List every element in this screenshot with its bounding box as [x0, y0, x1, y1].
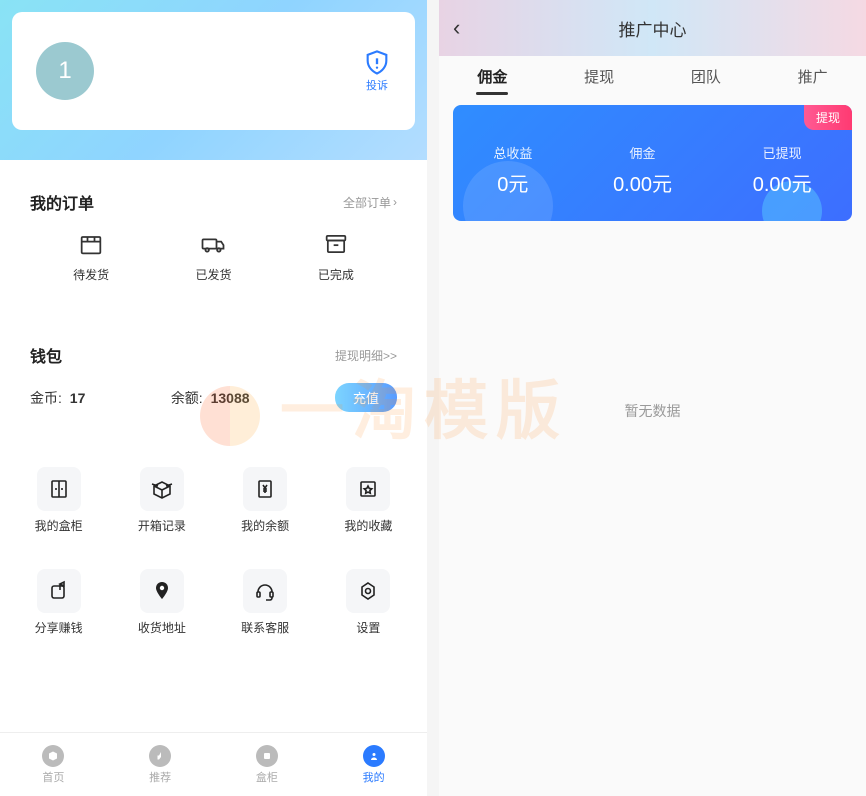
bottom-tabbar: 首页 推荐 盒柜 我的	[0, 732, 427, 796]
promotion-center-screen: ‹ 推广中心 佣金 提现 团队 推广 提现 总收益 0元 佣金 0.00元 已提…	[439, 0, 866, 796]
promotion-tabs: 佣金 提现 团队 推广	[439, 56, 866, 105]
tab-mine[interactable]: 我的	[363, 745, 385, 785]
order-shipped[interactable]: 已发货	[195, 230, 231, 283]
truck-icon	[199, 230, 227, 258]
location-pin-icon	[150, 579, 174, 603]
complaint-label: 投诉	[366, 77, 388, 93]
stat-withdrawn: 已提现 0.00元	[753, 143, 812, 197]
empty-state: 暂无数据	[439, 401, 866, 421]
person-icon	[368, 750, 380, 762]
tab-commission[interactable]: 佣金	[477, 66, 507, 93]
gear-icon	[356, 579, 380, 603]
profile-card: 1 投诉	[12, 12, 415, 130]
shield-alert-icon	[363, 49, 391, 77]
withdraw-detail-link[interactable]: 提现明细>>	[335, 347, 397, 364]
order-completed[interactable]: 已完成	[318, 230, 354, 283]
grid-settings[interactable]: 设置	[322, 556, 415, 648]
thumb-icon	[154, 750, 166, 762]
grid-favorites[interactable]: 我的收藏	[322, 454, 415, 546]
star-box-icon	[356, 477, 380, 501]
profile-screen: 1 投诉 我的订单 全部订单 › 待发货 已发货	[0, 0, 427, 796]
tab-home[interactable]: 首页	[42, 745, 64, 785]
tab-cabinet[interactable]: 盒柜	[256, 745, 278, 785]
grid-address[interactable]: 收货地址	[115, 556, 208, 648]
yen-receipt-icon	[253, 477, 277, 501]
tab-promote[interactable]: 推广	[798, 66, 828, 93]
stat-total-earnings: 总收益 0元	[493, 143, 532, 197]
box-icon	[261, 750, 273, 762]
stat-commission: 佣金 0.00元	[613, 143, 672, 197]
cabinet-icon	[47, 477, 71, 501]
orders-title: 我的订单	[30, 190, 94, 214]
cube-icon	[47, 750, 59, 762]
avatar[interactable]: 1	[36, 42, 94, 100]
archive-icon	[322, 230, 350, 258]
earnings-banner: 提现 总收益 0元 佣金 0.00元 已提现 0.00元	[453, 105, 852, 221]
page-title: 推广中心	[619, 16, 687, 41]
header: ‹ 推广中心	[439, 0, 866, 56]
order-pending[interactable]: 待发货	[73, 230, 109, 283]
orders-section: 我的订单 全部订单 › 待发货 已发货 已完成	[12, 172, 415, 301]
headset-icon	[253, 579, 277, 603]
back-button[interactable]: ‹	[453, 15, 460, 41]
package-icon	[77, 230, 105, 258]
tab-recommend[interactable]: 推荐	[149, 745, 171, 785]
balance-display: 余额: 13088	[171, 388, 250, 408]
tab-team[interactable]: 团队	[691, 66, 721, 93]
grid-unbox-record[interactable]: 开箱记录	[115, 454, 208, 546]
recharge-button[interactable]: 充值	[335, 383, 397, 412]
wallet-section: 钱包 提现明细>> 金币: 17 余额: 13088 充值	[12, 325, 415, 430]
all-orders-link[interactable]: 全部订单 ›	[343, 194, 397, 211]
complaint-button[interactable]: 投诉	[363, 49, 391, 93]
grid-customer-service[interactable]: 联系客服	[219, 556, 312, 648]
grid-my-balance[interactable]: 我的余额	[219, 454, 312, 546]
open-box-icon	[150, 477, 174, 501]
tab-withdraw[interactable]: 提现	[584, 66, 614, 93]
menu-grid: 我的盒柜 开箱记录 我的余额 我的收藏 分享赚钱 收货地址 联系客服 设置	[12, 454, 415, 648]
chevron-left-icon: ‹	[453, 15, 460, 40]
grid-my-cabinet[interactable]: 我的盒柜	[12, 454, 105, 546]
hero-area: 1 投诉	[0, 0, 427, 160]
wallet-title: 钱包	[30, 343, 62, 367]
chevron-right-icon: ›	[393, 195, 397, 209]
grid-share-earn[interactable]: 分享赚钱	[12, 556, 105, 648]
coin-display: 金币: 17	[30, 388, 85, 408]
share-icon	[47, 579, 71, 603]
